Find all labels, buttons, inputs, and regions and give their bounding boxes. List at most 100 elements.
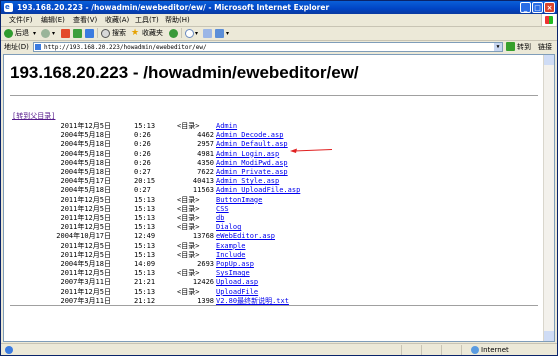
listing-link[interactable]: Example [216,242,246,251]
links-button[interactable]: 链接 [538,41,552,53]
address-dropdown-icon[interactable]: ▼ [494,43,502,51]
listing-link[interactable]: Dialog [216,223,241,232]
status-bar: Internet [1,343,557,356]
listing-time: 12:49 [134,232,156,241]
ie-status-icon [5,346,13,354]
stop-icon[interactable] [61,29,70,38]
scroll-up-icon[interactable] [544,55,554,65]
listing-link[interactable]: UploadFile [216,288,258,297]
go-arrow-icon[interactable] [506,42,515,51]
listing-size: 11563 [192,186,214,195]
ie-logo-icon: e [4,3,13,12]
back-dropdown-icon[interactable]: ▾ [33,27,36,40]
listing-row: 2004年5月18日 0:27 7622 Admin_Private.asp [4,168,544,177]
listing-size: 7622 [197,168,214,176]
listing-time: 15:13 [134,287,156,296]
print-icon[interactable] [203,29,212,38]
divider-bottom [10,305,538,306]
listing-link[interactable]: eWebEditor.asp [216,232,275,241]
listing-time: 15:13 [134,223,156,232]
search-button[interactable]: 搜索 [112,27,126,40]
search-icon[interactable] [101,29,110,38]
listing-row: 2011年12月5日 15:13 <目录> Dialog [4,223,544,232]
windows-flag-icon [541,14,556,26]
favorites-button[interactable]: 收藏夹 [142,27,163,40]
listing-size: 4462 [197,131,214,140]
back-arrow-icon[interactable] [4,29,13,38]
listing-row: 2011年12月5日 15:13 <目录> SysImage [4,269,544,278]
listing-time: 14:09 [134,260,156,268]
address-url[interactable]: http://193.168.20.223/howadmin/ewebedito… [44,43,207,52]
listing-row: 2004年5月18日 0:26 4462 Admin_Decode.asp [4,131,544,140]
listing-link[interactable]: CSS [216,205,229,214]
menu-edit[interactable]: 编辑(E) [41,14,65,26]
listing-link[interactable]: ButtonImage [216,196,262,205]
maximize-button[interactable]: □ [532,2,543,13]
listing-size: 13768 [192,232,214,241]
zone-label: Internet [481,346,509,354]
address-label: 地址(D) [4,43,29,51]
go-label[interactable]: 转到 [517,41,531,53]
listing-link[interactable]: Upload.asp [216,278,258,287]
listing-link[interactable]: Admin_UploadFile.asp [216,186,300,195]
listing-row: 2004年5月18日 0:26 4981 Admin_Login.asp [4,150,544,159]
listing-link[interactable]: Admin_Decode.asp [216,131,283,140]
forward-dropdown-icon[interactable]: ▾ [52,27,55,40]
scroll-down-icon[interactable] [544,331,554,341]
history-icon[interactable] [185,29,194,38]
media-icon[interactable] [169,29,178,38]
listing-date: 2011年12月5日 [60,195,111,204]
listing-time: 0:26 [134,131,151,140]
listing-time: 15:13 [134,241,156,250]
home-icon[interactable] [85,29,94,38]
favorites-star-icon[interactable]: ★ [131,27,139,40]
listing-date: 2004年5月18日 [60,149,111,158]
listing-time: 20:15 [134,177,156,186]
address-input[interactable]: http://193.168.20.223/howadmin/ewebedito… [33,42,503,52]
menu-tools[interactable]: 工具(T) [135,14,159,26]
listing-date: 2004年5月18日 [60,186,111,195]
forward-arrow-icon[interactable] [41,29,50,38]
menu-view[interactable]: 查看(V) [73,14,97,26]
menu-help[interactable]: 帮助(H) [165,14,190,26]
minimize-button[interactable]: _ [520,2,531,13]
listing-date: 2011年12月5日 [60,204,111,213]
listing-link[interactable]: Admin_Style.asp [216,177,279,186]
mail-dropdown-icon[interactable]: ▾ [195,27,198,40]
listing-time: 15:13 [134,195,156,204]
page-content: 193.168.20.223 - /howadmin/ewebeditor/ew… [3,54,555,342]
back-button[interactable]: 后退 [15,27,29,40]
title-bar: e 193.168.20.223 - /howadmin/ewebeditor/… [1,1,557,14]
menu-favorites[interactable]: 收藏(A) [105,14,129,26]
listing-date: 2011年12月5日 [60,214,111,222]
listing-date: 2004年5月18日 [60,140,111,149]
menu-file[interactable]: 文件(F) [9,14,33,26]
listing-link[interactable]: Admin_ModiPwd.asp [216,159,288,168]
edit-icon[interactable] [215,29,224,38]
listing-row: 2004年5月17日 20:15 40413 Admin_Style.asp [4,177,544,186]
listing-link[interactable]: PopUp.asp [216,260,254,269]
close-button[interactable]: × [544,2,555,13]
listing-dir-tag: <目录> [177,122,200,130]
listing-link[interactable]: Include [216,251,246,260]
parent-directory-link[interactable]: [转到父目录] [12,111,55,121]
listing-dir-tag: <目录> [177,195,200,204]
listing-link[interactable]: db [216,214,224,223]
browser-window: e 193.168.20.223 - /howadmin/ewebeditor/… [0,0,558,356]
listing-link[interactable]: Admin_Private.asp [216,168,288,177]
red-arrow-annotation [290,148,332,153]
listing-dir-tag: <目录> [177,287,200,296]
listing-date: 2011年12月5日 [60,287,111,296]
listing-link[interactable]: Admin_Default.asp [216,140,288,149]
edit-dropdown-icon[interactable]: ▾ [226,27,229,40]
page-icon [35,44,41,50]
listing-time: 15:13 [134,269,156,278]
listing-link[interactable]: Admin_Login.asp [216,150,279,159]
listing-date: 2011年12月5日 [60,250,111,259]
listing-link[interactable]: SysImage [216,269,250,278]
refresh-icon[interactable] [73,29,82,38]
vertical-scrollbar[interactable] [543,55,554,341]
listing-time: 0:27 [134,186,151,195]
listing-link[interactable]: Admin [216,122,237,131]
listing-time: 0:26 [134,140,151,149]
